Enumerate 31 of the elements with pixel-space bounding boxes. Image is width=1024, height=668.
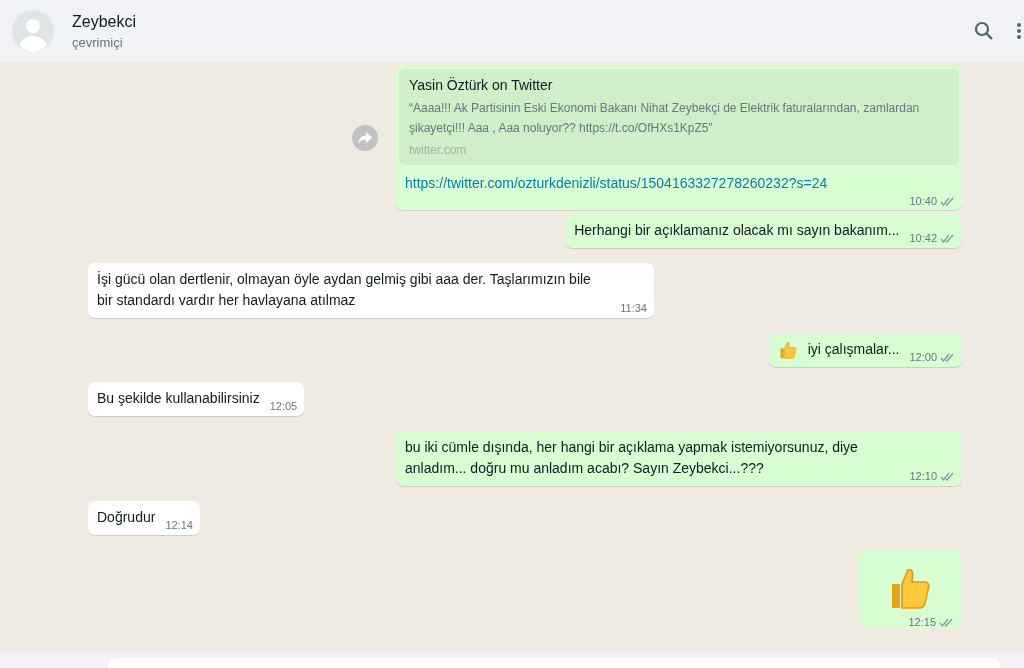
message-text: iyi çalışmalar... <box>807 340 900 359</box>
preview-domain: twitter.com <box>409 143 468 157</box>
message-link[interactable]: https://twitter.com/ozturkdenizli/status/1504163327278260232?s=24 <box>399 165 959 191</box>
message-time: 12:15 <box>908 616 936 628</box>
double-check-icon <box>940 471 955 481</box>
message-time: 12:10 <box>909 470 937 482</box>
menu-icon <box>1017 22 1021 40</box>
link-preview[interactable]: Yasin Öztürk on Twitter “Aaaa!!! Ak Partisinin Eski Ekonomi Bakanı Nihat Zeybekçi de Elektrik faturalarından, zamlardan şikayetçi!!! Aaa , Aaa noluyor?? https://t.co/OfHXs1KpZ5” twitter.com <box>399 69 959 165</box>
preview-title: Yasin Öztürk on Twitter <box>409 77 554 93</box>
message-text: bu iki cümle dışında, her hangi bir açıklama yapmak istemiyorsunuz, diye anladım... doğru mu anladım acabı? Sayın Zeybekci...??? <box>405 438 859 478</box>
message-time: 12:14 <box>165 519 193 531</box>
forward-button[interactable] <box>352 125 378 151</box>
double-check-icon <box>939 617 954 627</box>
message-text: Bu şekilde kullanabilirsiniz <box>97 389 260 408</box>
message-time: 12:00 <box>909 351 937 363</box>
message-time: 10:42 <box>909 232 937 244</box>
message-text: Doğrudur <box>97 508 156 527</box>
message-text: Herhangi bir açıklamanız olacak mı sayın bakanım... <box>574 221 900 240</box>
double-check-icon <box>940 196 955 206</box>
preview-description: “Aaaa!!! Ak Partisinin Eski Ekonomi Bakanı Nihat Zeybekçi de Elektrik faturalarından, zamlardan şikayetçi!!! Aaa , Aaa noluyor?? https://t.co/OfHXs1KpZ5” <box>409 100 921 137</box>
forward-arrow-icon <box>358 132 372 144</box>
message-time: 12:05 <box>269 400 298 412</box>
double-check-icon <box>940 352 955 362</box>
contact-status: çevrimiçi <box>72 34 124 50</box>
search-icon <box>974 21 994 41</box>
contact-name: Zeybekci <box>72 12 138 31</box>
avatar[interactable] <box>12 10 54 52</box>
message-time: 10:40 <box>909 195 937 207</box>
double-check-icon <box>940 233 955 243</box>
message-text: İşi gücü olan dertlenir, olmayan öyle aydan gelmiş gibi aaa der. Taşlarımızın bile bir standardı vardır her havlayana atılmaz <box>97 270 592 310</box>
message-time: 11:34 <box>620 302 647 314</box>
